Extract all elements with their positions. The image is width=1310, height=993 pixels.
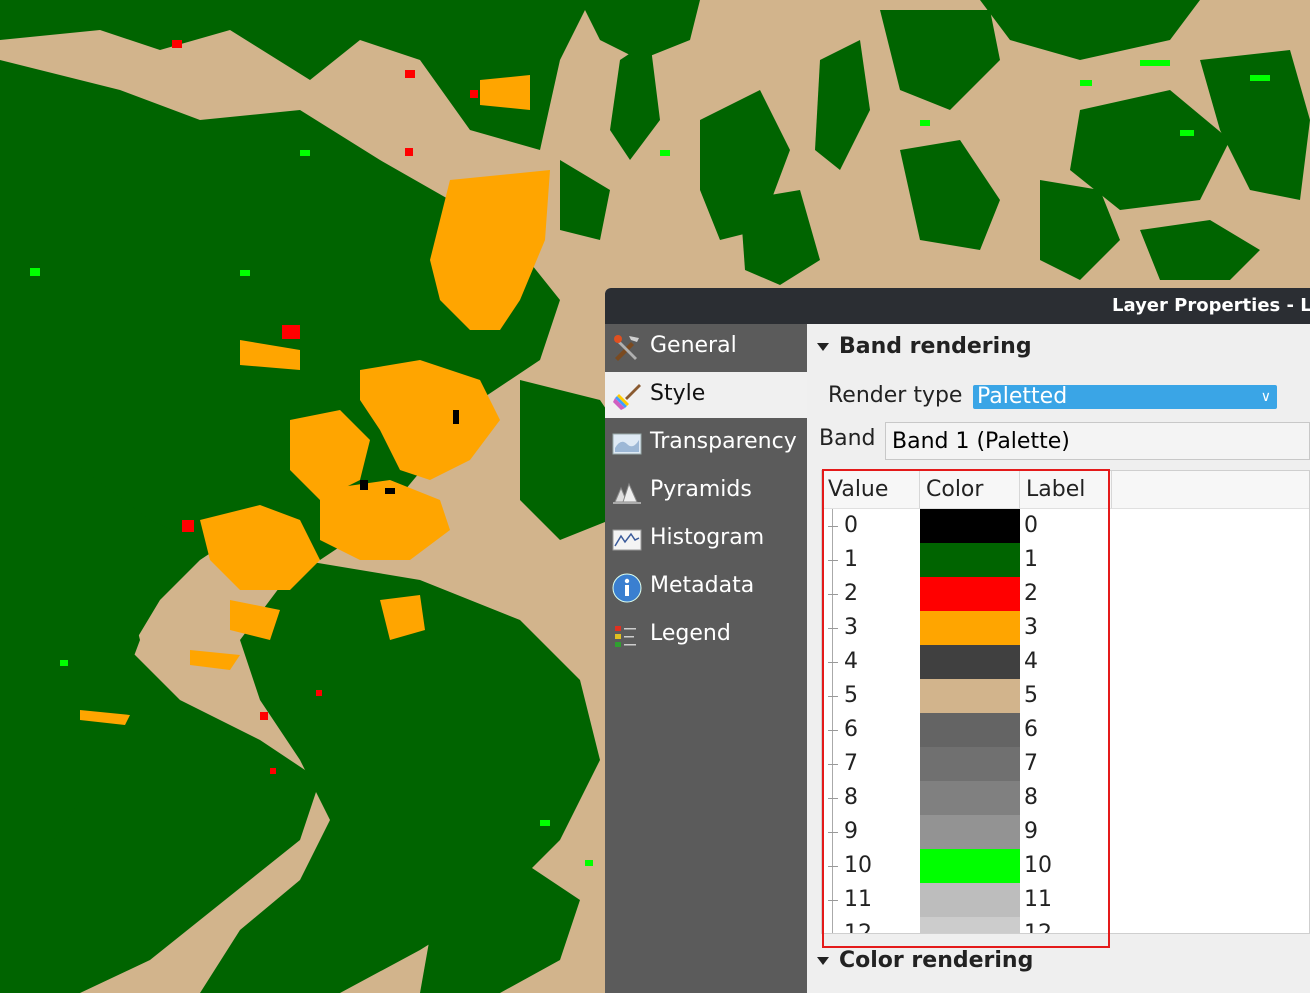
band-rendering-section-header[interactable]: Band rendering <box>817 334 1032 359</box>
sidebar-item-general[interactable]: General <box>605 324 807 370</box>
properties-sidebar: General Style Transparency Pyramids Hist… <box>605 324 807 993</box>
sidebar-item-label: Legend <box>650 621 731 646</box>
general-tools-icon <box>614 335 639 361</box>
collapse-triangle-icon <box>817 343 829 351</box>
dialog-title: Layer Properties - L <box>1112 295 1310 316</box>
metadata-info-icon <box>612 573 642 603</box>
sidebar-item-histogram[interactable]: Histogram <box>605 516 807 562</box>
section-title: Band rendering <box>839 334 1032 359</box>
dialog-titlebar[interactable]: Layer Properties - L <box>605 288 1310 324</box>
pyramids-icon <box>613 482 641 504</box>
color-rendering-section-header[interactable]: Color rendering <box>817 948 1033 973</box>
transparency-icon <box>612 433 642 455</box>
sidebar-item-label: General <box>650 333 737 358</box>
sidebar-item-transparency[interactable]: Transparency <box>605 420 807 466</box>
chevron-down-icon: ∨ <box>1260 389 1271 405</box>
section-title: Color rendering <box>839 948 1034 973</box>
sidebar-item-label: Metadata <box>650 573 755 598</box>
sidebar-item-legend[interactable]: Legend <box>605 612 807 658</box>
column-header-filler <box>1112 471 1309 509</box>
style-brush-icon <box>613 384 641 410</box>
render-type-value: Paletted <box>977 384 1068 409</box>
sidebar-item-label: Transparency <box>650 429 797 454</box>
band-label: Band <box>819 426 876 451</box>
sidebar-item-pyramids[interactable]: Pyramids <box>605 468 807 514</box>
sidebar-item-label: Histogram <box>650 525 765 550</box>
render-type-select[interactable]: Paletted ∨ <box>973 385 1277 409</box>
collapse-triangle-icon <box>817 957 829 965</box>
sidebar-item-label: Style <box>650 381 706 406</box>
band-value: Band 1 (Palette) <box>892 429 1070 454</box>
render-type-label: Render type <box>828 383 963 408</box>
sidebar-item-style[interactable]: Style <box>605 372 807 418</box>
legend-icon <box>615 626 636 647</box>
sidebar-item-label: Pyramids <box>650 477 752 502</box>
annotation-highlight-box <box>822 469 1110 948</box>
band-select[interactable]: Band 1 (Palette) <box>885 422 1310 460</box>
sidebar-item-metadata[interactable]: Metadata <box>605 564 807 610</box>
histogram-icon <box>612 529 642 551</box>
